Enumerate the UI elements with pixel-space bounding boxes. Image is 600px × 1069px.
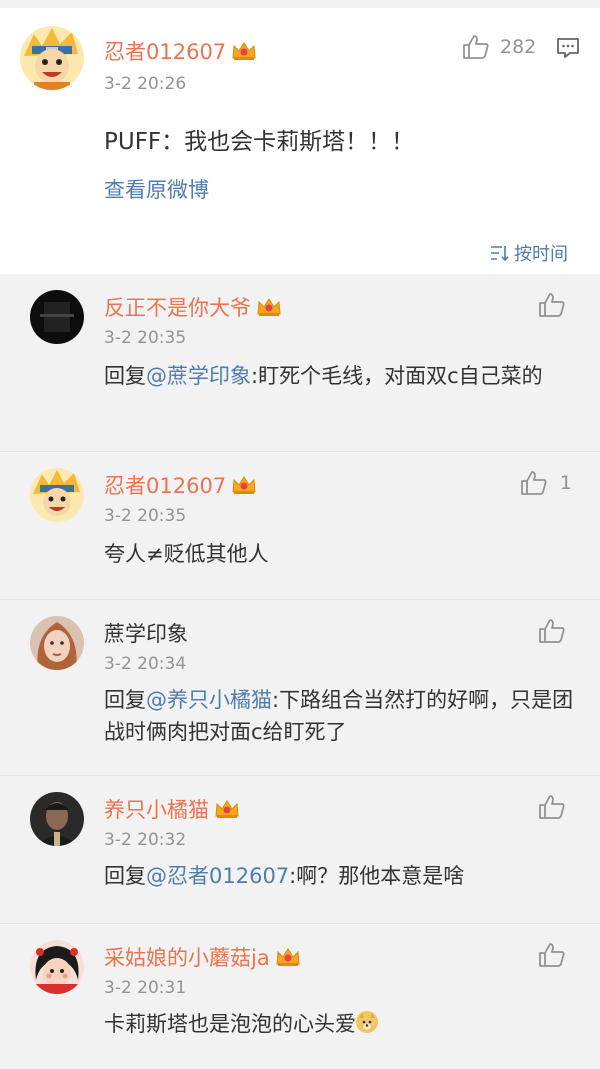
reply-body: 夸人≠贬低其他人 bbox=[104, 542, 269, 566]
like-button[interactable] bbox=[538, 794, 566, 820]
username[interactable]: 忍者012607 bbox=[104, 36, 257, 66]
comment-time: 3-2 20:32 bbox=[104, 830, 187, 850]
comment-text: PUFF：我也会卡莉斯塔！！！ bbox=[104, 129, 415, 155]
reply-item: 忍者012607 3-2 20:35 1 夸人≠贬低其他人 bbox=[0, 452, 600, 600]
vip-crown-icon bbox=[215, 800, 239, 818]
username[interactable]: 养只小橘猫 bbox=[104, 794, 240, 824]
reply-text: 回复@蔗学印象:盯死个毛线，对面双c自己菜的 bbox=[104, 360, 574, 392]
reply-text: 夸人≠贬低其他人 bbox=[104, 538, 574, 570]
reply-item: 采姑娘的小蘑菇ja 3-2 20:31 卡莉斯塔也是泡泡的心头爱 bbox=[0, 924, 600, 1069]
view-original-link[interactable]: 查看原微博 bbox=[104, 174, 209, 204]
avatar[interactable] bbox=[30, 792, 84, 846]
avatar[interactable] bbox=[30, 616, 84, 670]
reply-prefix: 回复 bbox=[104, 364, 146, 388]
reply-prefix: 回复 bbox=[104, 864, 146, 888]
comment-time: 3-2 20:34 bbox=[104, 654, 187, 674]
username[interactable]: 反正不是你大爷 bbox=[104, 292, 282, 322]
reply-prefix: 回复 bbox=[104, 688, 146, 712]
main-comment-card: 忍者012607 3-2 20:26 282 PUFF：我也会卡莉斯塔！！！ 查… bbox=[0, 8, 600, 274]
like-button[interactable]: 282 bbox=[462, 34, 536, 60]
vip-crown-icon bbox=[232, 42, 256, 60]
mention-link[interactable]: @养只小橘猫 bbox=[146, 688, 272, 712]
like-button[interactable] bbox=[538, 618, 566, 644]
reply-item: 反正不是你大爷 3-2 20:35 回复@蔗学印象:盯死个毛线，对面双c自己菜的 bbox=[0, 274, 600, 452]
username[interactable]: 蔗学印象 bbox=[104, 618, 188, 648]
comment-time: 3-2 20:31 bbox=[104, 978, 187, 998]
thumbs-up-icon bbox=[539, 293, 565, 317]
thumbs-up-icon bbox=[521, 471, 547, 495]
username-label[interactable]: 蔗学印象 bbox=[104, 618, 188, 648]
comment-time: 3-2 20:35 bbox=[104, 328, 187, 348]
sort-by-time-button[interactable]: 按时间 bbox=[490, 240, 568, 266]
vip-crown-icon bbox=[232, 476, 256, 494]
thumbs-up-icon bbox=[539, 943, 565, 967]
vip-crown-icon bbox=[276, 948, 300, 966]
avatar[interactable] bbox=[30, 940, 84, 994]
reply-text: 回复@养只小橘猫:下路组合当然打的好啊，只是团战时俩肉把对面c给盯死了 bbox=[104, 684, 574, 748]
username-label[interactable]: 反正不是你大爷 bbox=[104, 292, 251, 322]
like-count: 282 bbox=[500, 36, 537, 58]
doge-emoji-icon bbox=[356, 1011, 378, 1033]
mention-link[interactable]: @忍者012607 bbox=[146, 864, 289, 888]
reply-item: 蔗学印象 3-2 20:34 回复@养只小橘猫:下路组合当然打的好啊，只是团战时… bbox=[0, 600, 600, 776]
username[interactable]: 采姑娘的小蘑菇ja bbox=[104, 942, 301, 972]
top-strip bbox=[0, 0, 600, 8]
reply-text: 卡莉斯塔也是泡泡的心头爱 bbox=[104, 1008, 574, 1040]
username-label[interactable]: 养只小橘猫 bbox=[104, 794, 209, 824]
reply-text: 回复@忍者012607:啊？那他本意是啥 bbox=[104, 860, 574, 892]
mention-link[interactable]: @蔗学印象 bbox=[146, 364, 251, 388]
comment-time: 3-2 20:26 bbox=[104, 74, 187, 94]
reply-body: :啊？那他本意是啥 bbox=[289, 864, 465, 888]
username-label[interactable]: 忍者012607 bbox=[104, 36, 226, 66]
thumbs-up-icon bbox=[539, 619, 565, 643]
sort-icon bbox=[491, 246, 509, 262]
like-count: 1 bbox=[559, 472, 572, 494]
avatar[interactable] bbox=[20, 26, 84, 90]
username-label[interactable]: 忍者012607 bbox=[104, 470, 226, 500]
like-button[interactable]: 1 bbox=[520, 470, 572, 496]
like-button[interactable] bbox=[538, 292, 566, 318]
username-label[interactable]: 采姑娘的小蘑菇ja bbox=[104, 942, 270, 972]
comment-icon[interactable] bbox=[556, 36, 580, 64]
avatar[interactable] bbox=[30, 468, 84, 522]
reply-item: 养只小橘猫 3-2 20:32 回复@忍者012607:啊？那他本意是啥 bbox=[0, 776, 600, 924]
vip-crown-icon bbox=[257, 298, 281, 316]
reply-body: :盯死个毛线，对面双c自己菜的 bbox=[251, 364, 543, 388]
like-button[interactable] bbox=[538, 942, 566, 968]
username[interactable]: 忍者012607 bbox=[104, 470, 257, 500]
avatar[interactable] bbox=[30, 290, 84, 344]
sort-label: 按时间 bbox=[514, 244, 568, 265]
comment-time: 3-2 20:35 bbox=[104, 506, 187, 526]
reply-body: 卡莉斯塔也是泡泡的心头爱 bbox=[104, 1012, 356, 1036]
thumbs-up-icon bbox=[539, 795, 565, 819]
thumbs-up-icon bbox=[463, 35, 489, 59]
